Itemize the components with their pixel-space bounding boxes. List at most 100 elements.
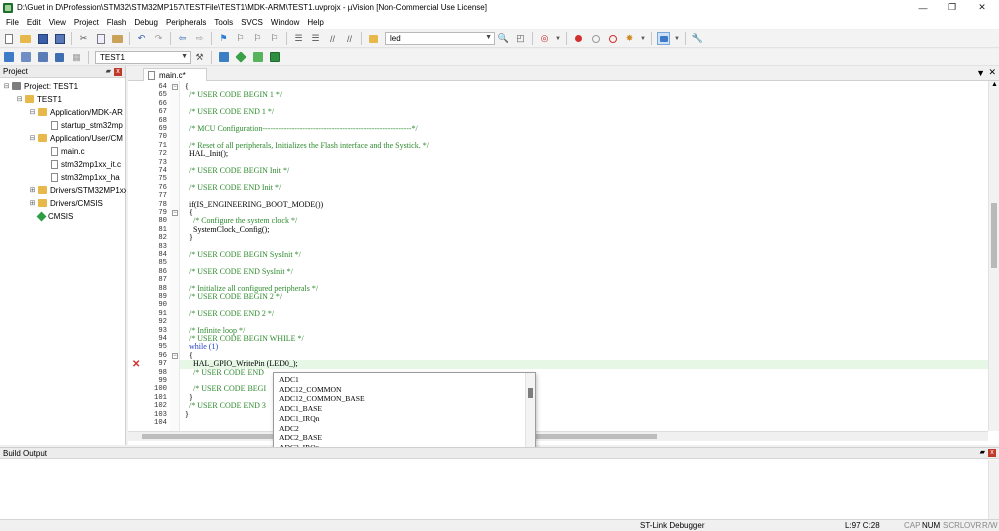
paste-icon[interactable] xyxy=(111,32,124,45)
tab-list-icon[interactable]: ▼ xyxy=(976,68,985,78)
build-icon[interactable] xyxy=(19,51,32,64)
save-icon[interactable] xyxy=(36,32,49,45)
nav-forward-icon[interactable]: ⇨ xyxy=(193,32,206,45)
unindent-icon[interactable]: ☰ xyxy=(309,32,322,45)
window-layout-icon[interactable] xyxy=(657,32,670,45)
close-panel-icon[interactable]: x xyxy=(114,68,122,76)
tree-item[interactable]: ⊞ Drivers/STM32MP1xx xyxy=(29,184,126,196)
expand-icon[interactable]: ⊞ xyxy=(29,186,36,194)
autocomplete-item[interactable]: ADC2 xyxy=(279,424,299,434)
chevron-down-icon[interactable]: ▼ xyxy=(640,32,646,45)
menu-item-flash[interactable]: Flash xyxy=(103,18,131,27)
nav-back-icon[interactable]: ⇦ xyxy=(176,32,189,45)
collapse-icon[interactable]: ⊟ xyxy=(16,95,23,103)
autocomplete-item[interactable]: ADC12_COMMON xyxy=(279,385,341,395)
prev-bookmark-icon[interactable]: ⚐ xyxy=(234,32,247,45)
autocomplete-item[interactable]: ADC2_BASE xyxy=(279,433,322,443)
uncomment-icon[interactable]: // xyxy=(343,32,356,45)
pack-installer-icon[interactable] xyxy=(251,51,264,64)
collapse-icon[interactable]: ⊟ xyxy=(29,134,36,142)
chevron-down-icon[interactable]: ▼ xyxy=(555,32,561,45)
tree-item[interactable]: stm32mp1xx_it.c xyxy=(42,158,121,170)
fold-toggle-icon[interactable]: − xyxy=(172,352,178,359)
copy-icon[interactable] xyxy=(94,32,107,45)
translate-icon[interactable] xyxy=(2,51,15,64)
tree-item[interactable]: ⊞ Drivers/CMSIS xyxy=(29,197,103,209)
tree-item[interactable]: ⊟ Application/MDK-AR xyxy=(29,106,123,118)
file-extensions-icon[interactable] xyxy=(217,51,230,64)
tree-item[interactable]: main.c xyxy=(42,145,85,157)
scroll-thumb[interactable] xyxy=(991,203,997,268)
build-output-scrollbar[interactable] xyxy=(988,460,999,520)
tree-item[interactable]: CMSIS xyxy=(29,210,73,222)
tree-item[interactable]: ⊟ Project: TEST1 xyxy=(3,80,79,92)
collapse-icon[interactable]: ⊟ xyxy=(29,108,36,116)
enable-breakpoint-icon[interactable] xyxy=(589,32,602,45)
menu-item-tools[interactable]: Tools xyxy=(210,18,237,27)
menu-item-svcs[interactable]: SVCS xyxy=(237,18,267,27)
debug-session-icon[interactable]: ◎ xyxy=(538,32,551,45)
chevron-down-icon[interactable]: ▼ xyxy=(181,53,188,60)
tree-item[interactable]: stm32mp1xx_ha xyxy=(42,171,120,183)
autocomplete-item[interactable]: ADC1_IRQn xyxy=(279,414,320,424)
target-select[interactable]: TEST1 ▼ xyxy=(95,50,191,64)
editor-vscrollbar[interactable]: ▲ xyxy=(988,81,999,431)
menu-item-file[interactable]: File xyxy=(2,18,23,27)
menu-item-peripherals[interactable]: Peripherals xyxy=(162,18,210,27)
pin-icon[interactable]: ▰ xyxy=(980,448,985,456)
close-tab-icon[interactable]: ✕ xyxy=(988,67,996,78)
manage-run-time-icon[interactable] xyxy=(234,51,247,64)
close-panel-icon[interactable]: x xyxy=(988,449,996,457)
maximize-button[interactable]: ❐ xyxy=(937,0,967,15)
configure-icon[interactable]: 🔧 xyxy=(691,32,704,45)
tree-item[interactable]: ⊟ Application/User/CM xyxy=(29,132,123,144)
save-all-icon[interactable] xyxy=(53,32,66,45)
find-icon[interactable]: 🔍 xyxy=(497,32,510,45)
tree-item[interactable]: ⊟ TEST1 xyxy=(16,93,62,105)
pin-icon[interactable]: ▰ xyxy=(106,67,111,75)
tab-main-c[interactable]: main.c* xyxy=(143,68,207,81)
component-icon[interactable] xyxy=(268,51,281,64)
menu-item-edit[interactable]: Edit xyxy=(23,18,45,27)
close-button[interactable]: ✕ xyxy=(967,0,997,15)
autocomplete-item[interactable]: ADC1 xyxy=(279,375,299,385)
find-combo[interactable]: led ▼ xyxy=(385,32,495,45)
incremental-find-icon[interactable]: ◰ xyxy=(514,32,527,45)
cut-icon[interactable]: ✂ xyxy=(77,32,90,45)
undo-icon[interactable]: ↶ xyxy=(135,32,148,45)
scroll-thumb[interactable] xyxy=(528,388,533,398)
disable-breakpoints-icon[interactable] xyxy=(606,32,619,45)
next-bookmark-icon[interactable]: ⚐ xyxy=(251,32,264,45)
clear-bookmarks-icon[interactable]: ⚐ xyxy=(268,32,281,45)
menu-item-window[interactable]: Window xyxy=(267,18,303,27)
find-in-files-icon[interactable] xyxy=(367,32,380,45)
autocomplete-item[interactable]: ADC1_BASE xyxy=(279,404,322,414)
kill-breakpoints-icon[interactable]: ✸ xyxy=(623,32,636,45)
menu-item-view[interactable]: View xyxy=(45,18,70,27)
new-file-icon[interactable] xyxy=(2,32,15,45)
collapse-icon[interactable]: ⊟ xyxy=(3,82,10,90)
chevron-down-icon[interactable]: ▼ xyxy=(485,34,492,41)
editor-hscrollbar[interactable] xyxy=(128,431,988,441)
expand-icon[interactable]: ⊞ xyxy=(29,199,36,207)
scroll-up-icon[interactable]: ▲ xyxy=(991,81,998,88)
menu-item-debug[interactable]: Debug xyxy=(130,18,162,27)
chevron-down-icon[interactable]: ▼ xyxy=(674,32,680,45)
menu-item-help[interactable]: Help xyxy=(303,18,327,27)
indent-icon[interactable]: ☰ xyxy=(292,32,305,45)
download-icon[interactable] xyxy=(53,51,66,64)
rebuild-icon[interactable] xyxy=(36,51,49,64)
stop-build-icon[interactable]: ▦ xyxy=(70,51,83,64)
comment-icon[interactable]: // xyxy=(326,32,339,45)
fold-toggle-icon[interactable]: − xyxy=(172,210,178,216)
insert-breakpoint-icon[interactable] xyxy=(572,32,585,45)
open-folder-icon[interactable] xyxy=(19,32,32,45)
redo-icon[interactable]: ↷ xyxy=(152,32,165,45)
menu-item-project[interactable]: Project xyxy=(70,18,103,27)
minimize-button[interactable]: — xyxy=(908,0,938,15)
tree-item[interactable]: startup_stm32mp xyxy=(42,119,123,131)
fold-toggle-icon[interactable]: − xyxy=(172,84,178,90)
code-view[interactable]: 64−{65 /* USER CODE BEGIN 1 */66 67 /* US… xyxy=(128,81,988,431)
bookmark-icon[interactable]: ⚑ xyxy=(217,32,230,45)
autocomplete-item[interactable]: ADC12_COMMON_BASE xyxy=(279,394,365,404)
